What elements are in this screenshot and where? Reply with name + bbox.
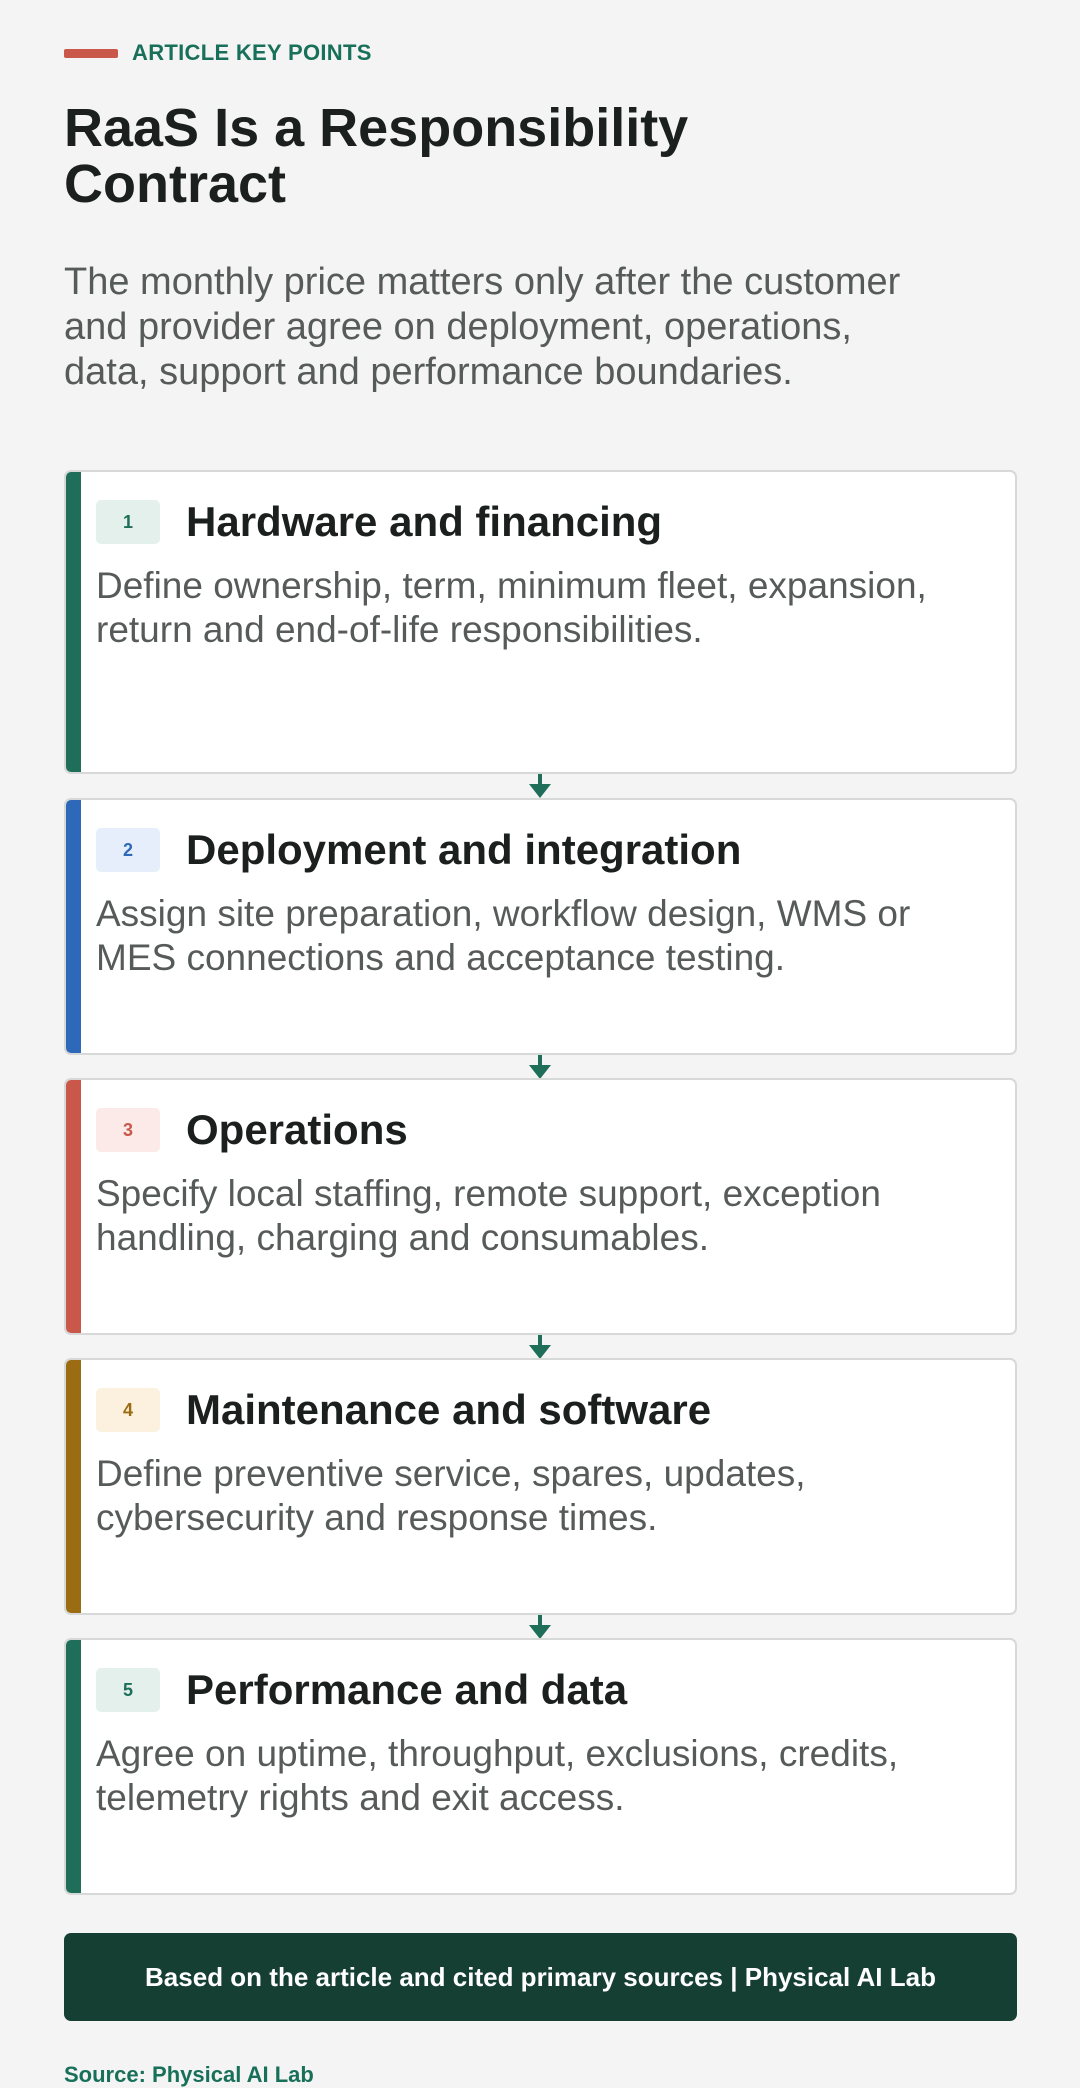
step-number-badge: 4: [96, 1388, 160, 1432]
step-description: Define preventive service, spares, updat…: [96, 1453, 806, 1538]
step-header: 3 Operations: [96, 1106, 408, 1154]
step-header: 1 Hardware and financing: [96, 498, 662, 546]
step-header: 5 Performance and data: [96, 1666, 627, 1714]
eyebrow: ARTICLE KEY POINTS: [64, 40, 372, 66]
step-accent-bar: [66, 1360, 81, 1613]
step-description: Assign site preparation, workflow design…: [96, 893, 911, 978]
footer-banner: Based on the article and cited primary s…: [64, 1933, 1017, 2021]
step-description: Define ownership, term, minimum fleet, e…: [96, 565, 927, 650]
step-title: Maintenance and software: [186, 1386, 712, 1433]
step-number-badge: 3: [96, 1108, 160, 1152]
step-title: Operations: [186, 1106, 408, 1153]
step-accent-bar: [66, 472, 81, 772]
page-title: RaaS Is a Responsibility Contract: [64, 98, 689, 214]
step-title: Performance and data: [186, 1666, 628, 1713]
step-header: 4 Maintenance and software: [96, 1386, 711, 1434]
step-card-maintenance: 4 Maintenance and software Define preven…: [64, 1358, 1017, 1615]
step-description: Specify local staffing, remote support, …: [96, 1173, 881, 1258]
step-number-badge: 5: [96, 1668, 160, 1712]
step-number-badge: 2: [96, 828, 160, 872]
step-number-badge: 1: [96, 500, 160, 544]
eyebrow-label: ARTICLE KEY POINTS: [132, 40, 372, 65]
step-accent-bar: [66, 1640, 81, 1893]
step-card-hardware: 1 Hardware and financing Define ownershi…: [64, 470, 1017, 774]
eyebrow-accent-bar: [64, 48, 118, 58]
step-title: Hardware and financing: [186, 498, 663, 545]
step-header: 2 Deployment and integration: [96, 826, 741, 874]
page-subtitle: The monthly price matters only after the…: [64, 261, 901, 393]
step-accent-bar: [66, 1080, 81, 1333]
source-credit: Source: Physical AI Lab: [64, 2062, 314, 2087]
step-card-operations: 3 Operations Specify local staffing, rem…: [64, 1078, 1017, 1335]
step-card-deployment: 2 Deployment and integration Assign site…: [64, 798, 1017, 1055]
step-accent-bar: [66, 800, 81, 1053]
step-title: Deployment and integration: [186, 826, 742, 873]
step-description: Agree on uptime, throughput, exclusions,…: [96, 1733, 899, 1818]
step-card-performance: 5 Performance and data Agree on uptime, …: [64, 1638, 1017, 1895]
arrow-down-icon: [529, 774, 551, 798]
